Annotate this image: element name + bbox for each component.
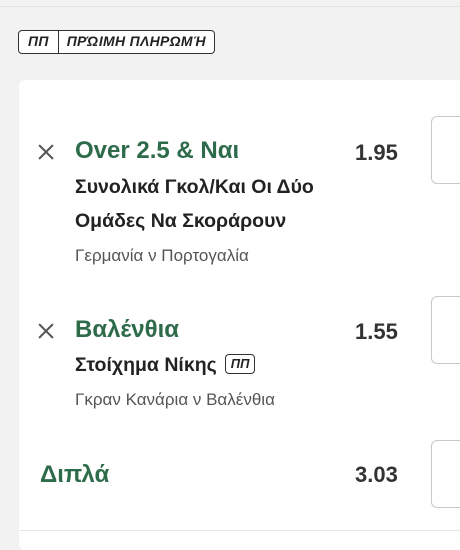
selection-2-title: Βαλένθια (75, 316, 180, 343)
selection-1-event: Γερμανία ν Πορτογαλία (75, 246, 249, 265)
selection-2-stake-input[interactable] (431, 296, 460, 364)
selection-1-title: Over 2.5 & Ναι (75, 137, 240, 164)
early-payout-badge: ΠΠ ΠΡΏΙΜΗ ΠΛΗΡΩΜΉ (18, 30, 215, 54)
multiple-stake-input[interactable] (431, 440, 460, 508)
selection-1-market-line1: Συνολικά Γκολ/Και Οι Δύο (75, 176, 314, 198)
bottom-divider (19, 530, 460, 531)
selection-2-odds: 1.55 (355, 319, 398, 344)
top-divider (0, 6, 460, 7)
early-payout-short: ΠΠ (19, 31, 59, 53)
remove-selection-1-close-icon[interactable] (38, 144, 54, 160)
selection-2-market: Στοίχημα Νίκης ΠΠ (75, 354, 256, 377)
multiple-odds: 3.03 (355, 462, 398, 487)
selection-1-market-line2: Ομάδες Να Σκοράρουν (75, 210, 287, 232)
selection-2-market-label: Στοίχημα Νίκης (75, 354, 217, 376)
early-payout-label: ΠΡΏΙΜΗ ΠΛΗΡΩΜΉ (66, 33, 206, 49)
multiple-label: Διπλά (40, 461, 110, 488)
selection-1-stake-input[interactable] (431, 116, 460, 184)
selection-2-event: Γκραν Κανάρια ν Βαλένθια (75, 390, 275, 409)
selection-1-odds: 1.95 (355, 140, 398, 165)
selection-2-early-payout-badge: ΠΠ (224, 354, 256, 374)
remove-selection-2-close-icon[interactable] (38, 323, 54, 339)
